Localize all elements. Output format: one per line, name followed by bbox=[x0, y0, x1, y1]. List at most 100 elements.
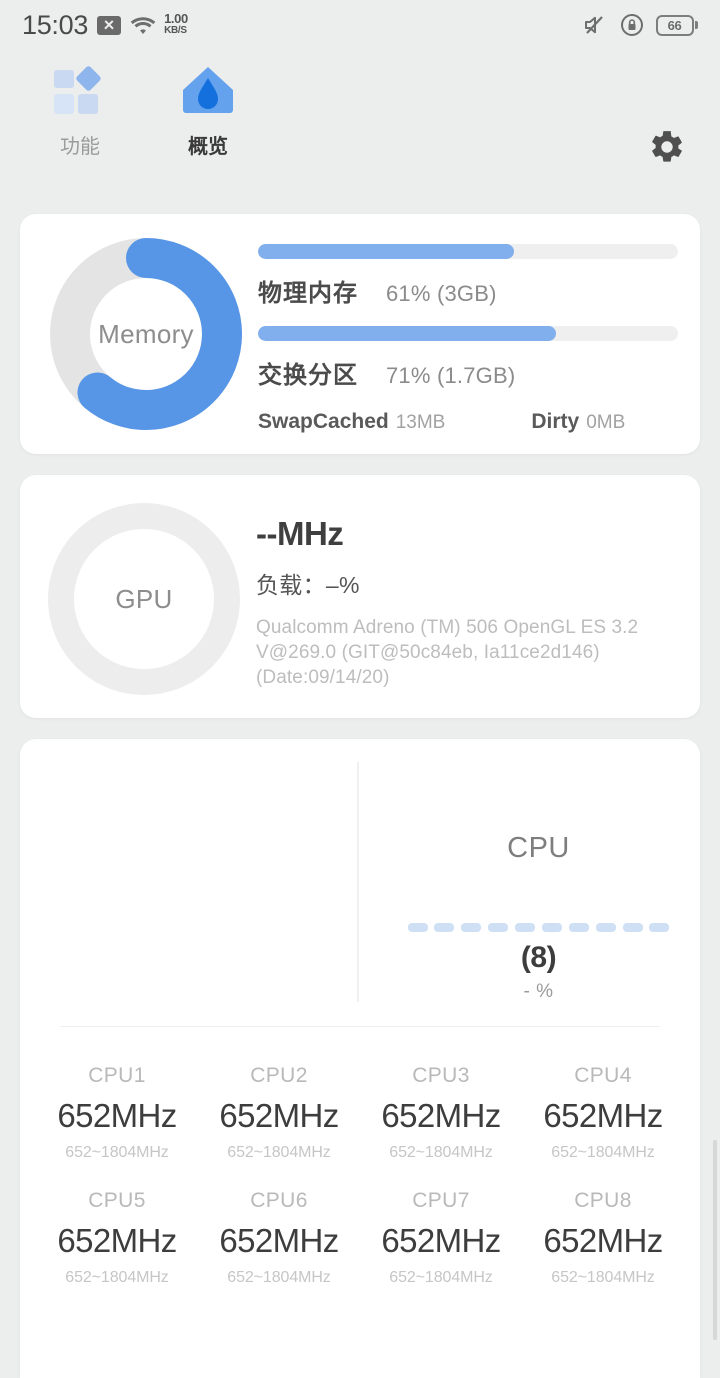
tab-functions-label: 功能 bbox=[60, 136, 100, 158]
tab-overview-label: 概览 bbox=[188, 136, 228, 158]
cpu-core-frequency: 652MHz bbox=[381, 1097, 501, 1134]
cpu-usage-dash bbox=[568, 923, 589, 932]
cpu-usage-percent: - % bbox=[523, 981, 554, 1002]
cpu-usage-dash bbox=[595, 923, 616, 932]
network-rate: 1.00 KB/S bbox=[164, 12, 188, 36]
cpu-usage-dashes bbox=[407, 923, 670, 932]
gpu-card[interactable]: GPU --MHz 负载：–% Qualcomm Adreno (TM) 506… bbox=[20, 475, 700, 718]
gear-icon bbox=[648, 128, 686, 171]
cpu-usage-dash bbox=[488, 923, 509, 932]
network-rate-unit: KB/S bbox=[164, 25, 187, 36]
cpu-core-name: CPU2 bbox=[250, 1064, 308, 1087]
cpu-core-frequency: 652MHz bbox=[57, 1097, 177, 1134]
cpu-usage-dash bbox=[622, 923, 643, 932]
cpu-horizontal-divider bbox=[60, 1026, 660, 1028]
swap-memory-label: 交换分区 bbox=[258, 362, 358, 389]
cpu-core-range: 652~1804MHz bbox=[551, 1269, 655, 1286]
swap-memory-value: 71% (1.7GB) bbox=[386, 363, 516, 388]
swapcached-label: SwapCached bbox=[258, 410, 389, 433]
status-clock: 15:03 bbox=[22, 9, 89, 40]
status-bar: 15:03 1.00 KB/S 66 bbox=[0, 0, 720, 50]
cpu-card[interactable]: CPU (8) - % CPU1 652MHz 652~1804MHz CPU2 652… bbox=[20, 739, 700, 1378]
cpu-core-name: CPU5 bbox=[88, 1189, 146, 1212]
cpu-core-name: CPU3 bbox=[412, 1064, 470, 1087]
cpu-core-name: CPU1 bbox=[88, 1064, 146, 1087]
physical-memory-bar-fill bbox=[258, 244, 515, 259]
gpu-ring-chart: GPU bbox=[48, 503, 240, 695]
cpu-core-range: 652~1804MHz bbox=[389, 1144, 493, 1161]
cpu-core-frequency: 652MHz bbox=[219, 1097, 339, 1134]
cpu-usage-dash bbox=[541, 923, 562, 932]
memory-card[interactable]: Memory 物理内存 61% (3GB) 交换分区 71% (1.7GB) S… bbox=[20, 214, 700, 454]
physical-memory-value: 61% (3GB) bbox=[386, 281, 497, 306]
cpu-core-frequency: 652MHz bbox=[381, 1222, 501, 1259]
memory-details: 物理内存 61% (3GB) 交换分区 71% (1.7GB) SwapCach… bbox=[258, 244, 678, 434]
dirty-value: 0MB bbox=[586, 412, 626, 433]
cpu-core-item: CPU4 652MHz 652~1804MHz bbox=[522, 1064, 684, 1162]
swap-memory-row: 交换分区 71% (1.7GB) bbox=[258, 355, 678, 390]
cpu-core-range: 652~1804MHz bbox=[65, 1144, 169, 1161]
cpu-core-frequency: 652MHz bbox=[543, 1222, 663, 1259]
network-rate-value: 1.00 bbox=[164, 11, 188, 26]
tab-overview[interactable]: 概览 bbox=[152, 64, 264, 159]
wifi-icon bbox=[130, 15, 156, 35]
physical-memory-label: 物理内存 bbox=[258, 280, 358, 307]
cpu-core-name: CPU4 bbox=[574, 1064, 632, 1087]
swap-memory-bar-fill bbox=[258, 326, 557, 341]
cpu-core-range: 652~1804MHz bbox=[227, 1269, 331, 1286]
cpu-usage-dash bbox=[434, 923, 455, 932]
cpu-core-item: CPU7 652MHz 652~1804MHz bbox=[360, 1189, 522, 1287]
cpu-usage-dash bbox=[649, 923, 670, 932]
gpu-description: Qualcomm Adreno (TM) 506 OpenGL ES 3.2 V… bbox=[256, 617, 639, 689]
battery-level: 66 bbox=[667, 17, 682, 33]
rotation-lock-icon bbox=[620, 13, 644, 37]
cpu-core-frequency: 652MHz bbox=[543, 1097, 663, 1134]
gpu-details: --MHz 负载：–% Qualcomm Adreno (TM) 506 Ope… bbox=[256, 517, 686, 690]
memory-ring-label: Memory bbox=[98, 318, 194, 349]
tab-functions[interactable]: 功能 bbox=[24, 64, 136, 159]
cpu-core-item: CPU2 652MHz 652~1804MHz bbox=[198, 1064, 360, 1162]
status-bar-left: 15:03 1.00 KB/S bbox=[22, 9, 188, 40]
top-navigation: 功能 概览 bbox=[0, 50, 720, 198]
cpu-usage-dash bbox=[407, 923, 428, 932]
memory-footer: SwapCached 13MB Dirty 0MB bbox=[258, 410, 678, 434]
settings-button[interactable] bbox=[646, 128, 688, 170]
gpu-load: 负载：–% bbox=[256, 572, 360, 598]
sms-disabled-icon bbox=[97, 15, 122, 35]
cpu-usage-dash bbox=[515, 923, 535, 932]
cpu-core-name: CPU7 bbox=[412, 1189, 470, 1212]
physical-memory-bar bbox=[258, 244, 678, 259]
cpu-core-item: CPU8 652MHz 652~1804MHz bbox=[522, 1189, 684, 1287]
status-bar-right: 66 bbox=[582, 13, 698, 37]
swap-memory-bar bbox=[258, 326, 678, 341]
cpu-summary: CPU (8) - % bbox=[377, 762, 700, 1003]
cpu-title: CPU bbox=[507, 832, 570, 864]
cpu-core-name: CPU6 bbox=[250, 1189, 308, 1212]
cpu-core-frequency: 652MHz bbox=[57, 1222, 177, 1259]
gpu-ring-label: GPU bbox=[115, 583, 173, 614]
swapcached-value: 13MB bbox=[395, 412, 446, 433]
physical-memory-row: 物理内存 61% (3GB) bbox=[258, 273, 678, 308]
app-root: 15:03 1.00 KB/S 66 功能 概览 Memory 物理内存 61%… bbox=[0, 0, 720, 1378]
battery-indicator: 66 bbox=[655, 14, 698, 36]
cpu-core-name: CPU8 bbox=[574, 1189, 632, 1212]
volume-mute-icon bbox=[582, 13, 608, 37]
gpu-frequency: --MHz bbox=[256, 515, 344, 552]
battery-cap-icon bbox=[695, 21, 698, 29]
cpu-core-count: (8) bbox=[520, 941, 557, 974]
page-scrollbar[interactable] bbox=[713, 1140, 717, 1340]
home-icon bbox=[180, 64, 236, 122]
cpu-core-item: CPU5 652MHz 652~1804MHz bbox=[36, 1189, 198, 1287]
cpu-core-range: 652~1804MHz bbox=[227, 1144, 331, 1161]
memory-ring-chart: Memory bbox=[48, 236, 244, 432]
cpu-core-item: CPU1 652MHz 652~1804MHz bbox=[36, 1064, 198, 1162]
cpu-usage-dash bbox=[461, 923, 482, 932]
cpu-core-item: CPU6 652MHz 652~1804MHz bbox=[198, 1189, 360, 1287]
cpu-core-range: 652~1804MHz bbox=[389, 1269, 493, 1286]
battery-body: 66 bbox=[655, 14, 694, 36]
cpu-core-grid: CPU1 652MHz 652~1804MHz CPU2 652MHz 652~1804M… bbox=[36, 1064, 684, 1287]
cpu-core-item: CPU3 652MHz 652~1804MHz bbox=[360, 1064, 522, 1162]
dirty-label: Dirty bbox=[531, 410, 580, 433]
cpu-core-frequency: 652MHz bbox=[219, 1222, 339, 1259]
cpu-vertical-divider bbox=[357, 762, 359, 1002]
